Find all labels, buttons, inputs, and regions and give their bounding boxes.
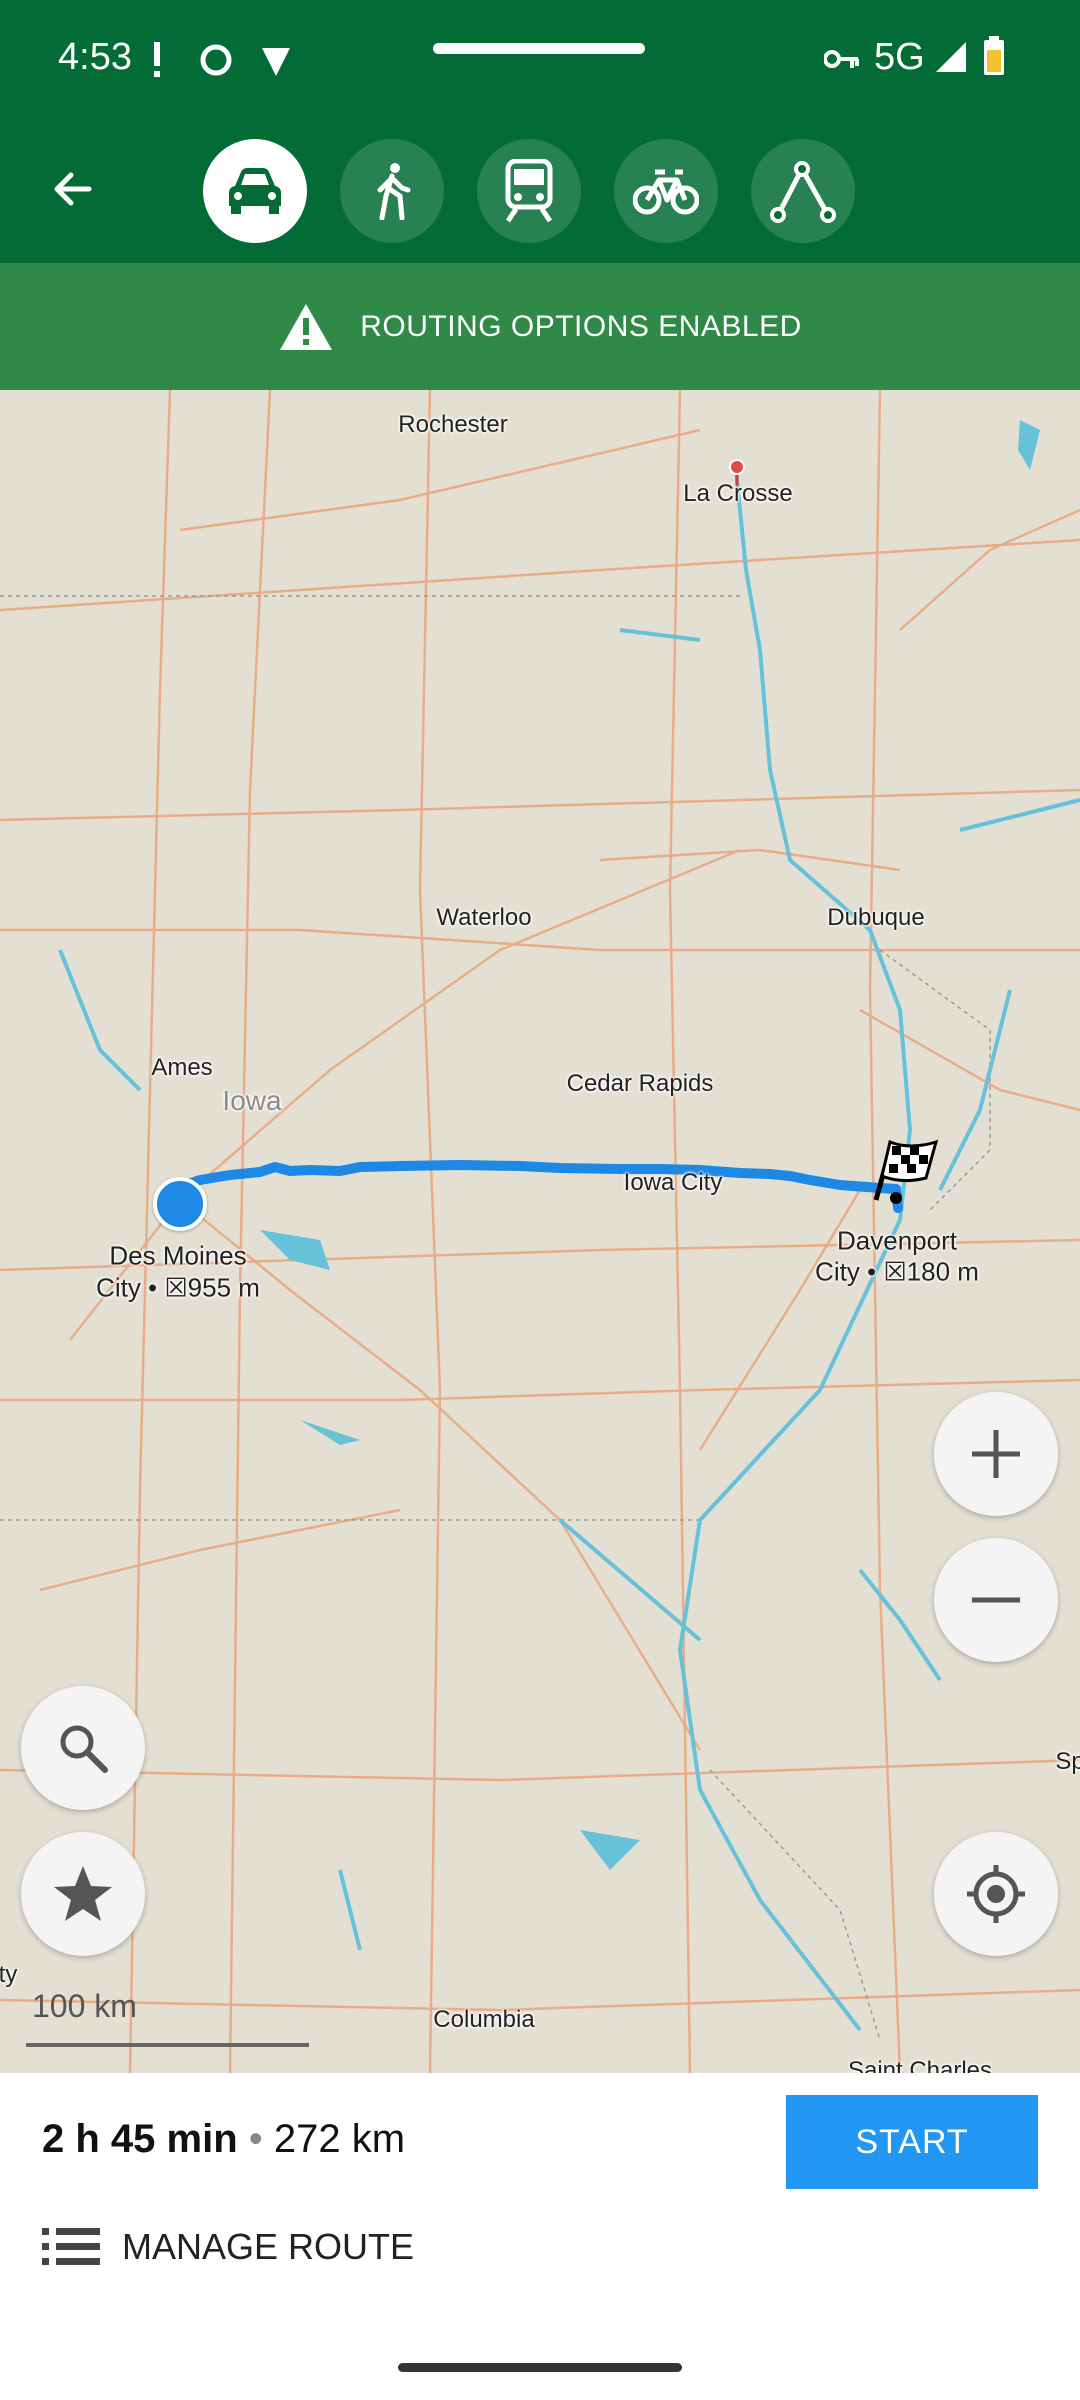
place-label-ty: ty (0, 1961, 18, 1988)
summary-separator: • (248, 2117, 263, 2161)
place-label-ames: Ames (151, 1054, 213, 1081)
notification-icons (150, 40, 300, 85)
route-line (175, 1160, 903, 1213)
back-button[interactable] (34, 150, 112, 228)
favorites-button[interactable] (21, 1832, 145, 1956)
car-icon (229, 168, 281, 214)
route-ruler-icon (770, 161, 836, 223)
route-distance: 272 km (273, 2117, 406, 2161)
scale-bar (26, 2043, 309, 2047)
place-label-iowa-city: Iowa City (623, 1169, 723, 1196)
banner-text: ROUTING OPTIONS ENABLED (360, 309, 802, 343)
zoom-out-button[interactable] (934, 1538, 1058, 1662)
place-label-saint-charles: Saint Charles (847, 2057, 993, 2073)
place-label-waterloo: Waterloo (436, 904, 532, 931)
manage-route-button[interactable]: MANAGE ROUTE (42, 2226, 414, 2268)
place-label-columbia: Columbia (433, 2006, 535, 2033)
search-button[interactable] (21, 1686, 145, 1810)
origin-name: Des Moines (109, 1240, 247, 1271)
train-icon (505, 159, 553, 223)
network-type: 5G (874, 36, 925, 78)
routing-options-banner[interactable]: ROUTING OPTIONS ENABLED (0, 263, 1080, 390)
route-summary: 2 h 45 min • 272 km (42, 2117, 405, 2162)
route-duration: 2 h 45 min (42, 2117, 238, 2161)
top-toolbar: 4:53 5G (0, 0, 1080, 263)
minus-icon (972, 1597, 1020, 1603)
my-location-button[interactable] (934, 1832, 1058, 1956)
manage-route-label: MANAGE ROUTE (122, 2226, 415, 2267)
crosshair-icon (967, 1865, 1025, 1923)
map-view[interactable]: Rochester La Crosse Waterloo Dubuque Ame… (0, 390, 1080, 2073)
place-label-cedar-rapids: Cedar Rapids (566, 1070, 714, 1097)
pedestrian-icon (377, 163, 411, 220)
walk-mode-button[interactable] (340, 139, 444, 243)
start-button[interactable]: START (786, 2095, 1038, 2189)
star-icon (54, 1866, 112, 1921)
scale-label: 100 km (32, 1988, 137, 2024)
place-label-sp: Sp (1055, 1748, 1080, 1775)
origin-detail: City • ☒955 m (96, 1272, 260, 1303)
transit-mode-button[interactable] (477, 139, 581, 243)
bicycle-icon (633, 169, 699, 215)
destination-name: Davenport (837, 1225, 957, 1256)
gesture-bar (433, 43, 645, 54)
place-label-rochester: Rochester (398, 411, 508, 438)
arrow-back-icon (54, 172, 92, 206)
signal-icon (934, 40, 968, 79)
bike-mode-button[interactable] (614, 139, 718, 243)
origin-marker[interactable] (153, 1177, 207, 1231)
status-time: 4:53 (58, 36, 132, 78)
place-label-la-crosse: La Crosse (683, 480, 793, 507)
list-icon (42, 2228, 100, 2265)
vpn-key-icon (823, 46, 860, 77)
destination-detail: City • ☒180 m (815, 1256, 979, 1287)
plus-icon (972, 1430, 1020, 1478)
car-mode-button[interactable] (203, 139, 307, 243)
warning-icon (280, 303, 333, 350)
finish-flag-icon[interactable] (870, 1138, 942, 1213)
zoom-in-button[interactable] (934, 1392, 1058, 1516)
battery-icon (982, 36, 1006, 81)
search-icon (60, 1725, 108, 1773)
state-label-iowa: Iowa (222, 1085, 282, 1116)
ruler-mode-button[interactable] (751, 139, 855, 243)
place-label-dubuque: Dubuque (827, 904, 925, 931)
home-gesture-bar (398, 2363, 682, 2372)
